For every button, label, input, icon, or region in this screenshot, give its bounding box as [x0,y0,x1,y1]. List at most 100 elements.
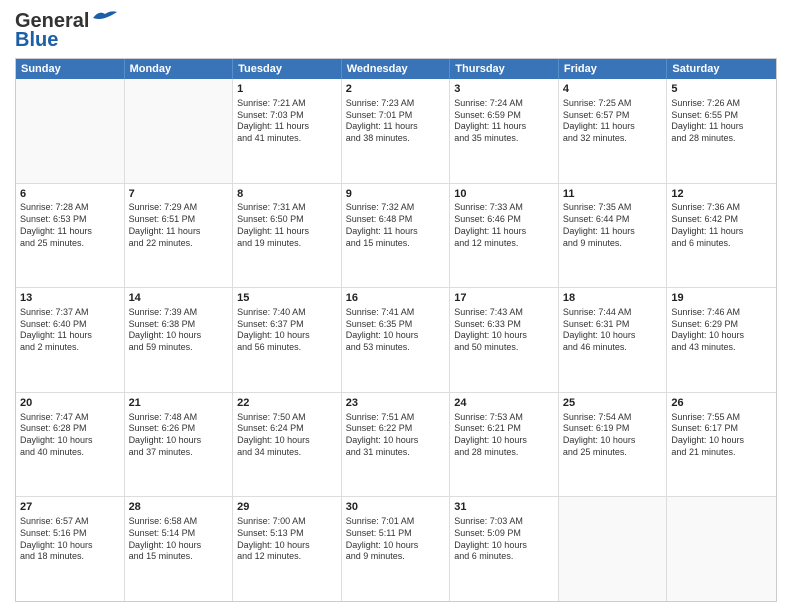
cell-info-line: Sunset: 6:29 PM [671,319,772,331]
cell-info-line: Daylight: 10 hours [346,540,446,552]
cell-info-line: Daylight: 10 hours [563,435,663,447]
cell-info-line: Sunrise: 7:31 AM [237,202,337,214]
calendar-week-2: 6Sunrise: 7:28 AMSunset: 6:53 PMDaylight… [16,184,776,289]
cell-info-line: Sunrise: 7:32 AM [346,202,446,214]
day-number: 3 [454,82,554,97]
calendar-cell: 18Sunrise: 7:44 AMSunset: 6:31 PMDayligh… [559,288,668,392]
cell-info-line: Sunset: 5:14 PM [129,528,229,540]
day-number: 29 [237,500,337,515]
cell-info-line: Sunset: 6:35 PM [346,319,446,331]
cell-info-line: Sunrise: 7:03 AM [454,516,554,528]
calendar-cell [16,79,125,183]
cell-info-line: and 43 minutes. [671,342,772,354]
cell-info-line: Daylight: 10 hours [671,435,772,447]
cell-info-line: and 37 minutes. [129,447,229,459]
calendar-cell: 3Sunrise: 7:24 AMSunset: 6:59 PMDaylight… [450,79,559,183]
cell-info-line: and 25 minutes. [20,238,120,250]
calendar-cell: 12Sunrise: 7:36 AMSunset: 6:42 PMDayligh… [667,184,776,288]
cell-info-line: Sunrise: 6:58 AM [129,516,229,528]
cell-info-line: Sunrise: 7:24 AM [454,98,554,110]
cell-info-line: and 40 minutes. [20,447,120,459]
day-number: 4 [563,82,663,97]
cell-info-line: Sunrise: 7:54 AM [563,412,663,424]
header-day-tuesday: Tuesday [233,59,342,79]
day-number: 12 [671,187,772,202]
day-number: 20 [20,396,120,411]
day-number: 6 [20,187,120,202]
calendar-cell: 6Sunrise: 7:28 AMSunset: 6:53 PMDaylight… [16,184,125,288]
day-number: 22 [237,396,337,411]
day-number: 17 [454,291,554,306]
cell-info-line: and 15 minutes. [129,551,229,563]
calendar-cell: 15Sunrise: 7:40 AMSunset: 6:37 PMDayligh… [233,288,342,392]
cell-info-line: and 31 minutes. [346,447,446,459]
calendar-cell: 30Sunrise: 7:01 AMSunset: 5:11 PMDayligh… [342,497,451,601]
calendar-cell: 31Sunrise: 7:03 AMSunset: 5:09 PMDayligh… [450,497,559,601]
day-number: 7 [129,187,229,202]
cell-info-line: Sunset: 6:44 PM [563,214,663,226]
calendar-cell: 16Sunrise: 7:41 AMSunset: 6:35 PMDayligh… [342,288,451,392]
day-number: 16 [346,291,446,306]
cell-info-line: and 41 minutes. [237,133,337,145]
calendar-week-1: 1Sunrise: 7:21 AMSunset: 7:03 PMDaylight… [16,79,776,184]
cell-info-line: Daylight: 11 hours [454,226,554,238]
cell-info-line: Daylight: 11 hours [20,226,120,238]
day-number: 23 [346,396,446,411]
cell-info-line: Sunrise: 7:40 AM [237,307,337,319]
cell-info-line: Daylight: 10 hours [454,435,554,447]
calendar-cell: 27Sunrise: 6:57 AMSunset: 5:16 PMDayligh… [16,497,125,601]
cell-info-line: and 12 minutes. [237,551,337,563]
cell-info-line: Daylight: 10 hours [454,330,554,342]
cell-info-line: Sunrise: 7:43 AM [454,307,554,319]
header: General Blue [15,10,777,52]
cell-info-line: Sunrise: 7:50 AM [237,412,337,424]
calendar-cell: 25Sunrise: 7:54 AMSunset: 6:19 PMDayligh… [559,393,668,497]
cell-info-line: Sunrise: 7:37 AM [20,307,120,319]
cell-info-line: Sunrise: 7:01 AM [346,516,446,528]
cell-info-line: Daylight: 11 hours [671,121,772,133]
cell-info-line: Sunrise: 7:28 AM [20,202,120,214]
cell-info-line: Sunset: 6:40 PM [20,319,120,331]
cell-info-line: Sunset: 6:33 PM [454,319,554,331]
calendar-cell: 23Sunrise: 7:51 AMSunset: 6:22 PMDayligh… [342,393,451,497]
cell-info-line: Sunset: 7:03 PM [237,110,337,122]
cell-info-line: Sunrise: 7:33 AM [454,202,554,214]
cell-info-line: and 2 minutes. [20,342,120,354]
calendar-cell: 4Sunrise: 7:25 AMSunset: 6:57 PMDaylight… [559,79,668,183]
cell-info-line: Daylight: 11 hours [454,121,554,133]
cell-info-line: and 12 minutes. [454,238,554,250]
cell-info-line: Sunset: 5:16 PM [20,528,120,540]
cell-info-line: Sunset: 6:42 PM [671,214,772,226]
cell-info-line: Daylight: 11 hours [346,121,446,133]
calendar-cell: 10Sunrise: 7:33 AMSunset: 6:46 PMDayligh… [450,184,559,288]
calendar-cell [667,497,776,601]
day-number: 19 [671,291,772,306]
cell-info-line: Sunset: 6:50 PM [237,214,337,226]
cell-info-line: and 9 minutes. [563,238,663,250]
day-number: 31 [454,500,554,515]
day-number: 1 [237,82,337,97]
cell-info-line: Sunrise: 7:53 AM [454,412,554,424]
cell-info-line: Daylight: 10 hours [563,330,663,342]
cell-info-line: Daylight: 11 hours [129,226,229,238]
calendar-week-3: 13Sunrise: 7:37 AMSunset: 6:40 PMDayligh… [16,288,776,393]
cell-info-line: and 6 minutes. [671,238,772,250]
cell-info-line: Daylight: 10 hours [20,540,120,552]
cell-info-line: Daylight: 10 hours [346,435,446,447]
cell-info-line: Sunrise: 7:23 AM [346,98,446,110]
cell-info-line: Daylight: 10 hours [237,540,337,552]
calendar-cell: 8Sunrise: 7:31 AMSunset: 6:50 PMDaylight… [233,184,342,288]
cell-info-line: and 50 minutes. [454,342,554,354]
day-number: 10 [454,187,554,202]
day-number: 24 [454,396,554,411]
day-number: 28 [129,500,229,515]
cell-info-line: and 46 minutes. [563,342,663,354]
cell-info-line: and 59 minutes. [129,342,229,354]
cell-info-line: Sunset: 5:11 PM [346,528,446,540]
cell-info-line: Sunrise: 7:25 AM [563,98,663,110]
cell-info-line: Sunset: 6:26 PM [129,423,229,435]
cell-info-line: Sunrise: 7:35 AM [563,202,663,214]
cell-info-line: Sunset: 6:37 PM [237,319,337,331]
calendar-cell: 29Sunrise: 7:00 AMSunset: 5:13 PMDayligh… [233,497,342,601]
cell-info-line: Daylight: 10 hours [237,435,337,447]
